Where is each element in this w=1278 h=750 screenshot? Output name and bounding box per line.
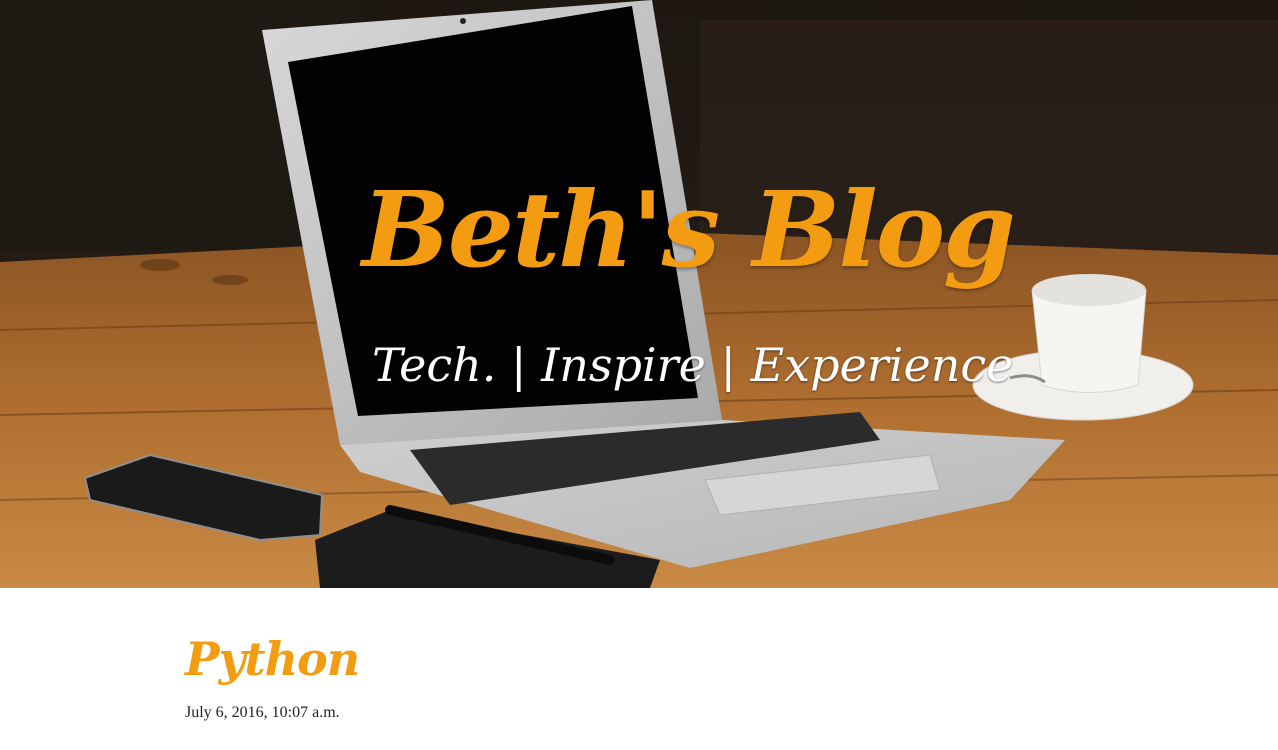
blog-title[interactable]: Beth's Blog xyxy=(362,168,1016,293)
post-preview: Python July 6, 2016, 10:07 a.m. xyxy=(185,630,1085,722)
post-date: July 6, 2016, 10:07 a.m. xyxy=(185,703,340,721)
hero-banner: Beth's Blog Tech. | Inspire | Experience xyxy=(0,0,1278,588)
blog-tagline: Tech. | Inspire | Experience xyxy=(372,338,1014,392)
hero-background-image xyxy=(0,0,1278,588)
post-title-link[interactable]: Python xyxy=(185,630,360,690)
